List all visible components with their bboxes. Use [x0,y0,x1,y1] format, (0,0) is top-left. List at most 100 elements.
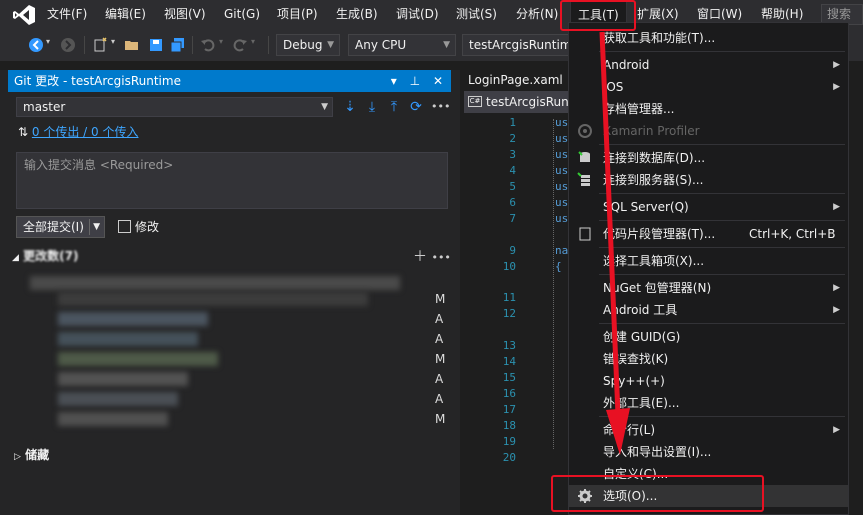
changes-count-label: 更改数(7) [23,249,79,263]
amend-checkbox[interactable] [118,220,131,233]
line-number: 6 [509,196,516,209]
back-dropdown-icon[interactable]: ▾ [46,37,50,46]
highlight-options-item [551,475,764,512]
line-number: 10 [502,260,516,273]
changes-actions: ＋ ••• [413,246,451,266]
line-number: 14 [502,355,516,368]
startup-project-dropdown[interactable]: testArcgisRuntime [462,34,572,56]
document-tab[interactable]: LoginPage.xaml [460,69,568,91]
line-number: 7 [509,212,516,225]
highlight-tools-menu [560,0,636,31]
menu-edit[interactable]: 编辑(E) [105,0,146,29]
file-tab[interactable]: C# testArcgisRun [464,91,568,113]
menu-git[interactable]: Git(G) [224,0,260,29]
fetch-icon[interactable]: ⇣ [342,99,358,115]
blurred-file-row [58,352,218,366]
branch-dropdown[interactable]: master ▼ [16,97,333,117]
menu-view[interactable]: 视图(V) [164,0,206,29]
redo-dropdown-icon[interactable]: ▾ [251,37,255,46]
outgoing-link[interactable]: 0 个传出 [32,125,79,139]
split-divider [89,219,90,235]
startup-project-value: testArcgisRuntime [469,38,572,52]
code-fragment: us [555,164,569,177]
push-icon[interactable]: ⤒ [386,99,402,115]
line-number: 17 [502,403,516,416]
menu-project[interactable]: 项目(P) [277,0,318,29]
more-icon[interactable]: ••• [431,251,450,264]
submenu-arrow-icon: ▶ [833,305,840,315]
visual-studio-logo-icon [13,5,35,25]
pin-icon[interactable]: ⊥ [410,74,420,88]
code-fragment: na [555,244,569,257]
code-fragment: us [555,116,569,129]
menu-analyze[interactable]: 分析(N) [516,0,558,29]
blurred-file-row [58,392,178,406]
file-status-badge: A [435,372,444,386]
platform-dropdown[interactable]: Any CPU ▼ [348,34,456,56]
submenu-arrow-icon: ▶ [833,425,840,435]
chevron-down-icon: ▼ [327,40,334,50]
fold-guide [553,119,554,449]
chevron-down-icon: ▼ [443,40,450,50]
menu-debug[interactable]: 调试(D) [396,0,439,29]
commit-all-button[interactable]: 全部提交(I) ▼ [16,216,105,238]
more-icon[interactable]: ••• [431,99,450,115]
menu-test[interactable]: 测试(S) [456,0,497,29]
window-position-icon[interactable]: ▾ [391,74,397,88]
blurred-file-row [58,332,198,346]
undo-icon[interactable] [200,37,216,53]
chevron-down-icon: ▼ [321,102,328,112]
line-number: 3 [509,148,516,161]
submenu-arrow-icon: ▶ [833,283,840,293]
line-number: 1 [509,116,516,129]
blurred-file-row [58,372,188,386]
redo-icon[interactable] [232,37,248,53]
menu-build[interactable]: 生成(B) [336,0,378,29]
incoming-link[interactable]: 0 个传入 [91,125,138,139]
csharp-file-icon: C# [468,96,482,107]
close-icon[interactable]: ✕ [433,74,443,88]
line-number: 5 [509,180,516,193]
commit-message-input[interactable]: 输入提交消息 <Required> [16,152,448,209]
commit-all-label: 全部提交(I) [23,220,84,234]
menu-item-shortcut: Ctrl+K, Ctrl+B [749,227,836,241]
sync-icon[interactable]: ⟳ [408,99,424,115]
back-icon[interactable] [28,37,44,53]
line-number: 16 [502,387,516,400]
line-number: 18 [502,419,516,432]
changes-section-header[interactable]: ◢ 更改数(7) [12,247,78,264]
submenu-arrow-icon: ▶ [833,202,840,212]
sync-arrows-icon: ⇅ [18,125,29,139]
undo-dropdown-icon[interactable]: ▾ [219,37,223,46]
code-fragment: us [555,212,569,225]
red-arrow-icon [599,31,630,455]
code-fragment: us [555,148,569,161]
chevron-down-icon[interactable]: ▼ [93,217,100,237]
open-folder-icon[interactable] [124,37,140,53]
collapse-icon: ◢ [12,253,19,263]
amend-label: 修改 [135,220,160,234]
toolbar-separator [84,36,85,54]
code-fragment: us [555,196,569,209]
line-number: 13 [502,339,516,352]
stash-section-header[interactable]: ▷ 储藏 [14,446,49,463]
branch-value: master [23,100,66,114]
line-number: 15 [502,371,516,384]
blurred-file-row [58,292,368,306]
blurred-file-row [58,312,208,326]
code-fragment: { [555,260,562,273]
stage-all-icon[interactable]: ＋ [413,249,427,265]
save-icon[interactable] [148,37,164,53]
menu-file[interactable]: 文件(F) [47,0,87,29]
forward-icon[interactable] [60,37,76,53]
blurred-file-row [30,276,400,290]
configuration-dropdown[interactable]: Debug ▼ [276,34,340,56]
code-fragment: us [555,132,569,145]
expand-icon: ▷ [14,452,21,462]
pull-icon[interactable]: ⤓ [364,99,380,115]
save-all-icon[interactable] [170,37,186,53]
sync-separator: / [79,125,92,139]
new-project-icon[interactable] [92,37,108,53]
file-tab-label: testArcgisRun [486,95,568,109]
new-dropdown-icon[interactable]: ▾ [111,37,115,46]
